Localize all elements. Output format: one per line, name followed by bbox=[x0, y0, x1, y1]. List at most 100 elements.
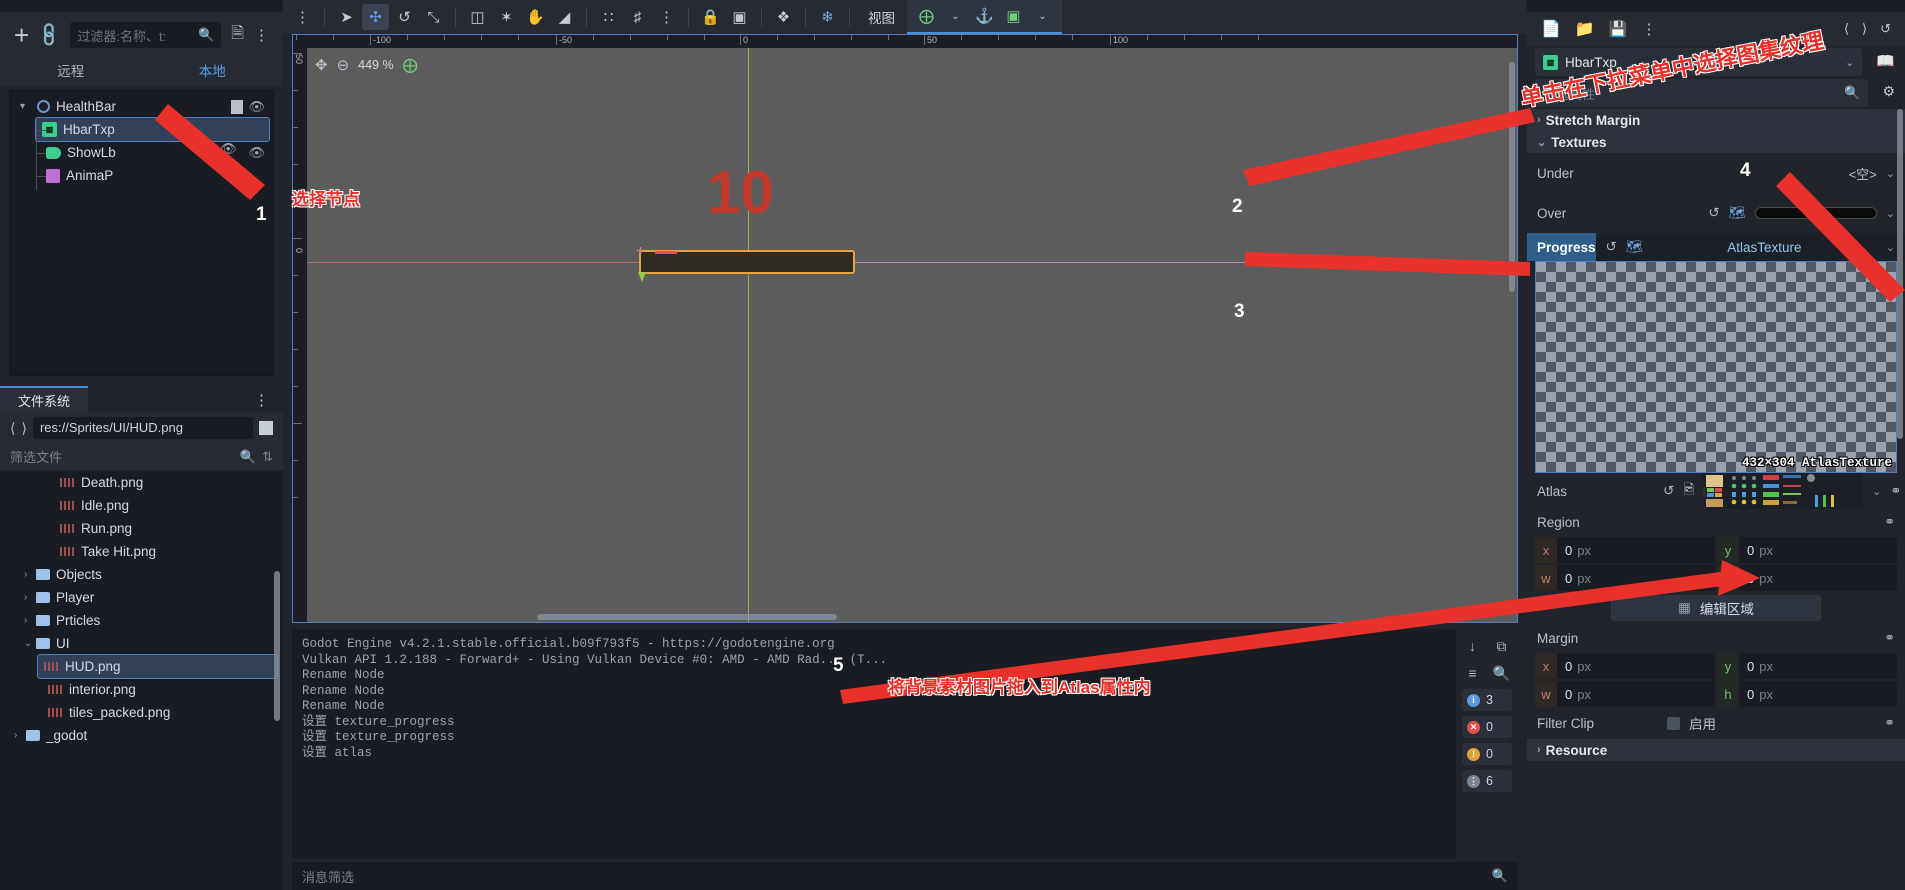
margin-w-field[interactable]: w 0 px bbox=[1535, 681, 1715, 707]
toggle-split-mode-icon[interactable] bbox=[259, 421, 273, 435]
region-h-field[interactable]: h 0 px bbox=[1717, 565, 1897, 591]
property-value[interactable]: <空> bbox=[1849, 164, 1877, 183]
inspector-properties[interactable]: › Stretch Margin ⌄ Textures Under <空> ⌄ … bbox=[1527, 109, 1905, 890]
property-progress-resource-header[interactable]: Progress ↺ 🗺 AtlasTexture ⌄ bbox=[1527, 233, 1905, 261]
bone-options-icon[interactable]: ❄ bbox=[814, 4, 841, 30]
scene-tree-row-animap[interactable]: AnimaP bbox=[10, 164, 273, 187]
scene-tree[interactable]: ▾ HealthBar 👁 ▩ HbarTxp 👁 ShowLb 👁 Anima… bbox=[9, 90, 274, 376]
view-menu-button[interactable]: 视图 bbox=[858, 7, 905, 27]
field-value[interactable]: 0 bbox=[1557, 543, 1572, 558]
filter-clip-checkbox[interactable] bbox=[1667, 716, 1680, 730]
visibility-eye-icon[interactable]: 👁 bbox=[248, 99, 265, 115]
fs-item-objects[interactable]: › Objects bbox=[0, 563, 283, 586]
chevron-right-icon[interactable]: › bbox=[1537, 114, 1541, 126]
chevron-right-icon[interactable]: › bbox=[24, 615, 27, 626]
plus-icon[interactable]: + bbox=[14, 22, 29, 48]
fs-item-player[interactable]: › Player bbox=[0, 586, 283, 609]
property-region[interactable]: Region ⚭ bbox=[1527, 509, 1905, 535]
chevron-down-icon[interactable]: ⌄ bbox=[1845, 56, 1854, 69]
message-filter-input[interactable]: 消息筛选 🔍 bbox=[292, 862, 1518, 890]
revert-icon[interactable]: ↺ bbox=[1708, 205, 1719, 221]
open-docs-icon[interactable]: 📖 bbox=[1876, 52, 1905, 70]
region-y-field[interactable]: y 0 px bbox=[1717, 537, 1897, 563]
chevron-down-icon[interactable]: ⌄ bbox=[1886, 167, 1895, 180]
anchor-preset-icon[interactable]: ⚓ bbox=[971, 3, 998, 29]
field-value[interactable]: 0 bbox=[1739, 687, 1754, 702]
output-log[interactable]: Godot Engine v4.2.1.stable.official.b09f… bbox=[292, 629, 1456, 859]
ruler-mode-icon[interactable]: ◢ bbox=[551, 4, 578, 30]
filesystem-scrollbar[interactable] bbox=[274, 571, 280, 721]
new-resource-icon[interactable]: 📄 bbox=[1541, 19, 1561, 39]
list-select-icon[interactable]: ◫ bbox=[464, 4, 491, 30]
atlas-texture-thumbnail[interactable] bbox=[1703, 473, 1864, 509]
filter-messages-icon[interactable]: ≡ bbox=[1462, 662, 1484, 684]
pan-mode-icon[interactable]: ✋ bbox=[522, 4, 549, 30]
chevron-down-icon[interactable]: ⌄ bbox=[1886, 241, 1895, 254]
y-axis-handle[interactable] bbox=[638, 272, 646, 282]
margin-h-field[interactable]: h 0 px bbox=[1717, 681, 1897, 707]
property-under[interactable]: Under <空> ⌄ bbox=[1527, 153, 1905, 193]
region-w-field[interactable]: w 0 px bbox=[1535, 565, 1715, 591]
field-value[interactable]: 0 bbox=[1557, 659, 1572, 674]
skeleton-bone-icon[interactable]: ❖ bbox=[770, 4, 797, 30]
zoom-out-icon[interactable]: ⊖ bbox=[337, 56, 350, 74]
chevron-down-icon[interactable]: ▾ bbox=[20, 101, 31, 112]
select-mode-icon[interactable]: ➤ bbox=[333, 4, 360, 30]
property-margin[interactable]: Margin ⚭ bbox=[1527, 625, 1905, 651]
chevron-down-icon[interactable]: ⌄ bbox=[1886, 207, 1895, 220]
canvas-2d-editor[interactable]: ✥ ⊖ 449 % ⨁ 10 bbox=[307, 48, 1517, 622]
margin-x-field[interactable]: x 0 px bbox=[1535, 653, 1715, 679]
revert-icon[interactable]: ↺ bbox=[1606, 239, 1617, 255]
kebab-menu-icon[interactable]: ⋮ bbox=[254, 26, 269, 44]
fs-item-death[interactable]: Death.png bbox=[0, 471, 283, 494]
chevron-down-icon[interactable]: ⌄ bbox=[1029, 3, 1056, 29]
canvas-viewport[interactable]: 50 0 ✥ ⊖ 449 % ⨁ 10 bbox=[292, 48, 1518, 623]
warning-badge[interactable]: ! 0 bbox=[1462, 743, 1512, 765]
property-atlas[interactable]: Atlas ↺ 🖻 ⌄ ⚭ bbox=[1527, 473, 1905, 509]
inspector-scrollbar[interactable] bbox=[1897, 109, 1903, 439]
tab-remote[interactable]: 远程 bbox=[0, 58, 142, 86]
error-badge[interactable]: ✕ 0 bbox=[1462, 716, 1512, 738]
keyframe-icon[interactable]: ⚭ bbox=[1890, 483, 1901, 499]
chevron-right-icon[interactable]: › bbox=[24, 569, 27, 580]
property-filter-clip[interactable]: Filter Clip 启用 ⚭ bbox=[1527, 707, 1905, 739]
instance-child-scene-icon[interactable]: 🗎 bbox=[231, 22, 244, 49]
fs-item-prticles[interactable]: › Prticles bbox=[0, 609, 283, 632]
search-icon[interactable]: 🔍 bbox=[240, 449, 256, 465]
fs-item-takehit[interactable]: Take Hit.png bbox=[0, 540, 283, 563]
folder-open-icon[interactable]: 📁 bbox=[1575, 19, 1595, 39]
property-over[interactable]: Over ↺ 🗺 ⌄ bbox=[1527, 193, 1905, 233]
scale-mode-icon[interactable]: ⤡ bbox=[420, 4, 447, 30]
search-icon[interactable]: 🔍 bbox=[1492, 868, 1508, 884]
expand-output-icon[interactable]: ↓ bbox=[1462, 635, 1484, 657]
fs-item-run[interactable]: Run.png bbox=[0, 517, 283, 540]
filesystem-tree[interactable]: Death.png Idle.png Run.png Take Hit.png … bbox=[0, 471, 283, 890]
scene-filter-input[interactable]: 过滤器:名称、t: 🔍 bbox=[70, 22, 222, 48]
chevron-left-icon[interactable]: ⟨ bbox=[10, 420, 15, 437]
quick-load-icon[interactable]: 🗺 bbox=[1729, 205, 1746, 221]
chevron-down-icon[interactable]: ⌄ bbox=[1537, 136, 1546, 149]
zoom-reset-icon[interactable]: ✥ bbox=[315, 56, 328, 74]
search-output-icon[interactable]: 🔍 bbox=[1491, 662, 1513, 684]
chevron-right-icon[interactable]: ⟩ bbox=[21, 420, 26, 437]
filesystem-path-field[interactable]: res://Sprites/UI/HUD.png bbox=[32, 417, 253, 439]
chevron-down-icon[interactable]: ⌄ bbox=[942, 3, 969, 29]
kebab-menu-icon[interactable]: ⋮ bbox=[254, 391, 283, 413]
inspector-settings-icon[interactable]: ⚙ bbox=[1882, 83, 1905, 100]
editor-message-badge[interactable]: ⋮ 6 bbox=[1462, 770, 1512, 792]
save-icon[interactable]: 💾 bbox=[1609, 20, 1628, 38]
scene-tree-row-showlb[interactable]: ShowLb 👁 bbox=[10, 141, 273, 164]
scene-tabstrip[interactable] bbox=[0, 0, 283, 12]
x-axis-handle[interactable] bbox=[655, 251, 677, 254]
fs-item-ui[interactable]: ⌄ UI bbox=[0, 632, 283, 655]
quick-load-icon[interactable]: 🗺 bbox=[1626, 239, 1643, 255]
zoom-in-icon[interactable]: ⨁ bbox=[403, 56, 418, 74]
zoom-level-label[interactable]: 449 % bbox=[358, 58, 393, 72]
history-icon[interactable]: ↺ bbox=[1880, 21, 1891, 37]
tab-filesystem[interactable]: 文件系统 bbox=[0, 386, 88, 413]
scene-tree-row-hbartxp[interactable]: ▩ HbarTxp bbox=[35, 117, 270, 142]
canvas-h-scrollbar[interactable] bbox=[537, 614, 837, 620]
grid-snap-icon[interactable]: ♯ bbox=[624, 4, 651, 30]
visibility-eye-icon[interactable]: 👁 bbox=[248, 145, 265, 161]
chevron-down-icon[interactable]: ⌄ bbox=[1872, 485, 1881, 498]
